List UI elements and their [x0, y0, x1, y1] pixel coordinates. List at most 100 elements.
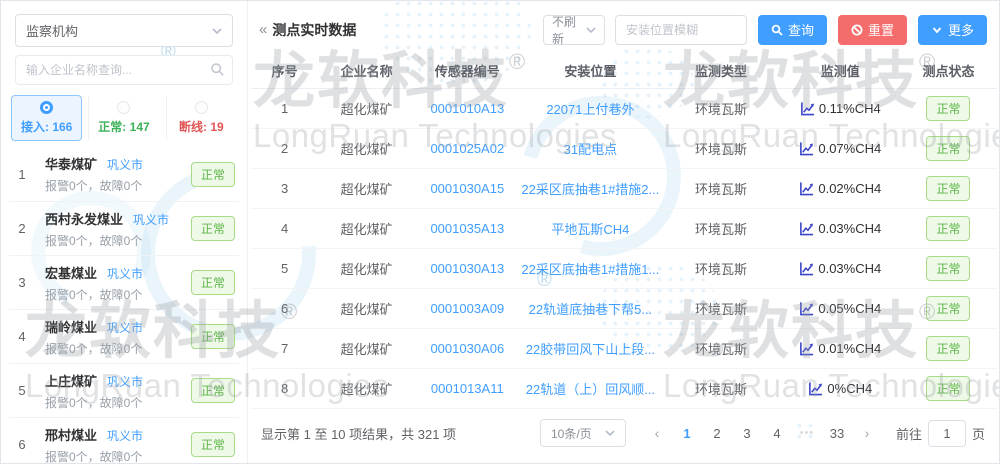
trend-chart-icon[interactable] [799, 341, 814, 356]
company-city-tag[interactable]: 巩义市 [107, 373, 143, 390]
cell-location-link[interactable]: 22轨道底抽巷下帮5... [520, 299, 662, 318]
more-button[interactable]: 更多 [918, 15, 987, 45]
column-header-index: 序号 [251, 61, 318, 80]
table-row[interactable]: 2 超化煤矿 0001025A02 31配电点 环境瓦斯 0.07%CH4 [251, 129, 997, 169]
cell-location-link[interactable]: 31配电点 [520, 139, 662, 158]
company-status-badge: 正常 [191, 270, 235, 295]
result-summary: 显示第 1 至 10 项结果，共 321 项 [261, 424, 456, 443]
search-icon [771, 24, 783, 36]
company-list-item[interactable]: 1 华泰煤矿 巩义市 报警0个，故障0个 正常 [9, 147, 239, 201]
trend-chart-icon[interactable] [799, 221, 814, 236]
company-list-item[interactable]: 4 瑞岭煤业 巩义市 报警0个，故障0个 正常 [9, 309, 239, 363]
cell-location-link[interactable]: 平地瓦斯CH4 [520, 219, 662, 238]
cell-value: 0.05%CH4 [781, 301, 900, 316]
company-search-input[interactable] [15, 55, 233, 85]
cell-location-link[interactable]: 22胶带回风下山上段... [520, 339, 662, 358]
cell-index: 7 [251, 341, 318, 356]
company-info: 瑞岭煤业 巩义市 报警0个，故障0个 [35, 317, 191, 357]
page-title: 测点实时数据 [272, 20, 356, 40]
cell-index: 3 [251, 181, 318, 196]
table-row[interactable]: 1 超化煤矿 0001010A13 22071上付巷外 环境瓦斯 0.11%CH… [251, 89, 997, 129]
company-list-item[interactable]: 3 宏基煤业 巩义市 报警0个，故障0个 正常 [9, 255, 239, 309]
filter-offline[interactable]: 断线: 19 [166, 95, 237, 141]
company-index: 5 [9, 383, 35, 398]
org-dropdown[interactable]: 监察机构 [15, 14, 233, 47]
refresh-interval-dropdown[interactable]: 不刷新 [543, 15, 605, 45]
cell-sensor-link[interactable]: 0001003A09 [415, 301, 519, 316]
trend-chart-icon[interactable] [799, 261, 814, 276]
goto-label: 前往 [896, 424, 922, 443]
status-badge: 正常 [926, 296, 970, 321]
company-summary: 报警0个，故障0个 [45, 177, 191, 194]
cell-type: 环境瓦斯 [661, 219, 780, 238]
cell-status: 正常 [900, 336, 997, 361]
monitor-value: 0.03%CH4 [818, 261, 881, 276]
company-city-tag[interactable]: 巩义市 [133, 211, 169, 228]
page-number[interactable]: ••• [794, 420, 820, 446]
page-number[interactable]: 1 [674, 420, 700, 446]
trend-chart-icon[interactable] [799, 141, 814, 156]
cell-location-link[interactable]: 22采区底抽巷1#措施1... [520, 259, 662, 278]
company-index: 6 [9, 437, 35, 452]
offline-label: 断线: [179, 120, 207, 134]
table-row[interactable]: 6 超化煤矿 0001003A09 22轨道底抽巷下帮5... 环境瓦斯 0.0… [251, 289, 997, 329]
table-footer: 显示第 1 至 10 项结果，共 321 项 10条/页 ‹ 1 2 3 [261, 419, 985, 447]
table-row[interactable]: 7 超化煤矿 0001030A06 22胶带回风下山上段... 环境瓦斯 0.0… [251, 329, 997, 369]
table-row[interactable]: 5 超化煤矿 0001030A13 22采区底抽巷1#措施1... 环境瓦斯 0… [251, 249, 997, 289]
trend-chart-icon[interactable] [799, 301, 814, 316]
filter-connected[interactable]: 接入: 166 [11, 95, 82, 141]
sensor-table: 序号 企业名称 传感器编号 安装位置 监测类型 监测值 测点状态 1 超化煤矿 … [251, 53, 997, 409]
goto-unit: 页 [972, 424, 985, 443]
query-button[interactable]: 查询 [758, 15, 827, 45]
status-badge: 正常 [926, 216, 970, 241]
table-row[interactable]: 3 超化煤矿 0001030A15 22采区底抽巷1#措施2... 环境瓦斯 0… [251, 169, 997, 209]
page-number[interactable]: 3 [734, 420, 760, 446]
column-header-value: 监测值 [781, 61, 900, 80]
goto-page-input[interactable] [928, 420, 966, 447]
company-city-tag[interactable]: 巩义市 [107, 427, 143, 444]
company-list-item[interactable]: 2 西村永发煤业 巩义市 报警0个，故障0个 正常 [9, 201, 239, 255]
trend-chart-icon[interactable] [808, 381, 823, 396]
company-list-item[interactable]: 6 邢村煤业 巩义市 报警0个，故障0个 正常 [9, 417, 239, 463]
cell-location-link[interactable]: 22轨道（上）回风顺... [520, 379, 662, 398]
reset-button[interactable]: 重置 [838, 15, 907, 45]
cell-company: 超化煤矿 [318, 99, 415, 118]
page-number[interactable]: 33 [824, 420, 850, 446]
cell-sensor-link[interactable]: 0001025A02 [415, 141, 519, 156]
company-name: 华泰煤矿 [45, 154, 97, 173]
company-list-item[interactable]: 5 上庄煤矿 巩义市 报警0个，故障0个 正常 [9, 363, 239, 417]
company-city-tag[interactable]: 巩义市 [107, 265, 143, 282]
table-row[interactable]: 4 超化煤矿 0001035A13 平地瓦斯CH4 环境瓦斯 0.03%CH4 [251, 209, 997, 249]
trend-chart-icon[interactable] [800, 101, 815, 116]
cell-sensor-link[interactable]: 0001030A13 [415, 261, 519, 276]
cell-location-link[interactable]: 22采区底抽巷1#措施2... [520, 179, 662, 198]
cell-location-link[interactable]: 22071上付巷外 [520, 99, 662, 118]
location-search [615, 15, 747, 45]
normal-label: 正常: [98, 120, 126, 134]
company-info: 上庄煤矿 巩义市 报警0个，故障0个 [35, 371, 191, 411]
company-city-tag[interactable]: 巩义市 [107, 319, 143, 336]
collapse-sidebar-icon[interactable]: « [259, 21, 267, 38]
filter-normal[interactable]: 正常: 147 [88, 95, 159, 141]
page-jump: 前往 页 [896, 420, 985, 447]
table-row[interactable]: 8 超化煤矿 0001013A11 22轨道（上）回风顺... 环境瓦斯 0%C… [251, 369, 997, 409]
cell-company: 超化煤矿 [318, 299, 415, 318]
cell-sensor-link[interactable]: 0001030A15 [415, 181, 519, 196]
trend-chart-icon[interactable] [799, 181, 814, 196]
cell-sensor-link[interactable]: 0001030A06 [415, 341, 519, 356]
cell-sensor-link[interactable]: 0001010A13 [415, 101, 519, 116]
next-page-icon[interactable]: › [854, 420, 880, 446]
search-icon[interactable] [210, 62, 225, 77]
cell-sensor-link[interactable]: 0001035A13 [415, 221, 519, 236]
company-summary: 报警0个，故障0个 [45, 286, 191, 303]
cell-type: 环境瓦斯 [661, 99, 780, 118]
company-city-tag[interactable]: 巩义市 [107, 156, 143, 173]
location-search-input[interactable] [615, 15, 747, 45]
page-number[interactable]: 4 [764, 420, 790, 446]
cell-sensor-link[interactable]: 0001013A11 [415, 381, 519, 396]
chevron-down-icon [586, 27, 596, 33]
page-number[interactable]: 2 [704, 420, 730, 446]
page-size-dropdown[interactable]: 10条/页 [540, 419, 626, 447]
radio-selected-icon [40, 101, 53, 114]
prev-page-icon[interactable]: ‹ [644, 420, 670, 446]
